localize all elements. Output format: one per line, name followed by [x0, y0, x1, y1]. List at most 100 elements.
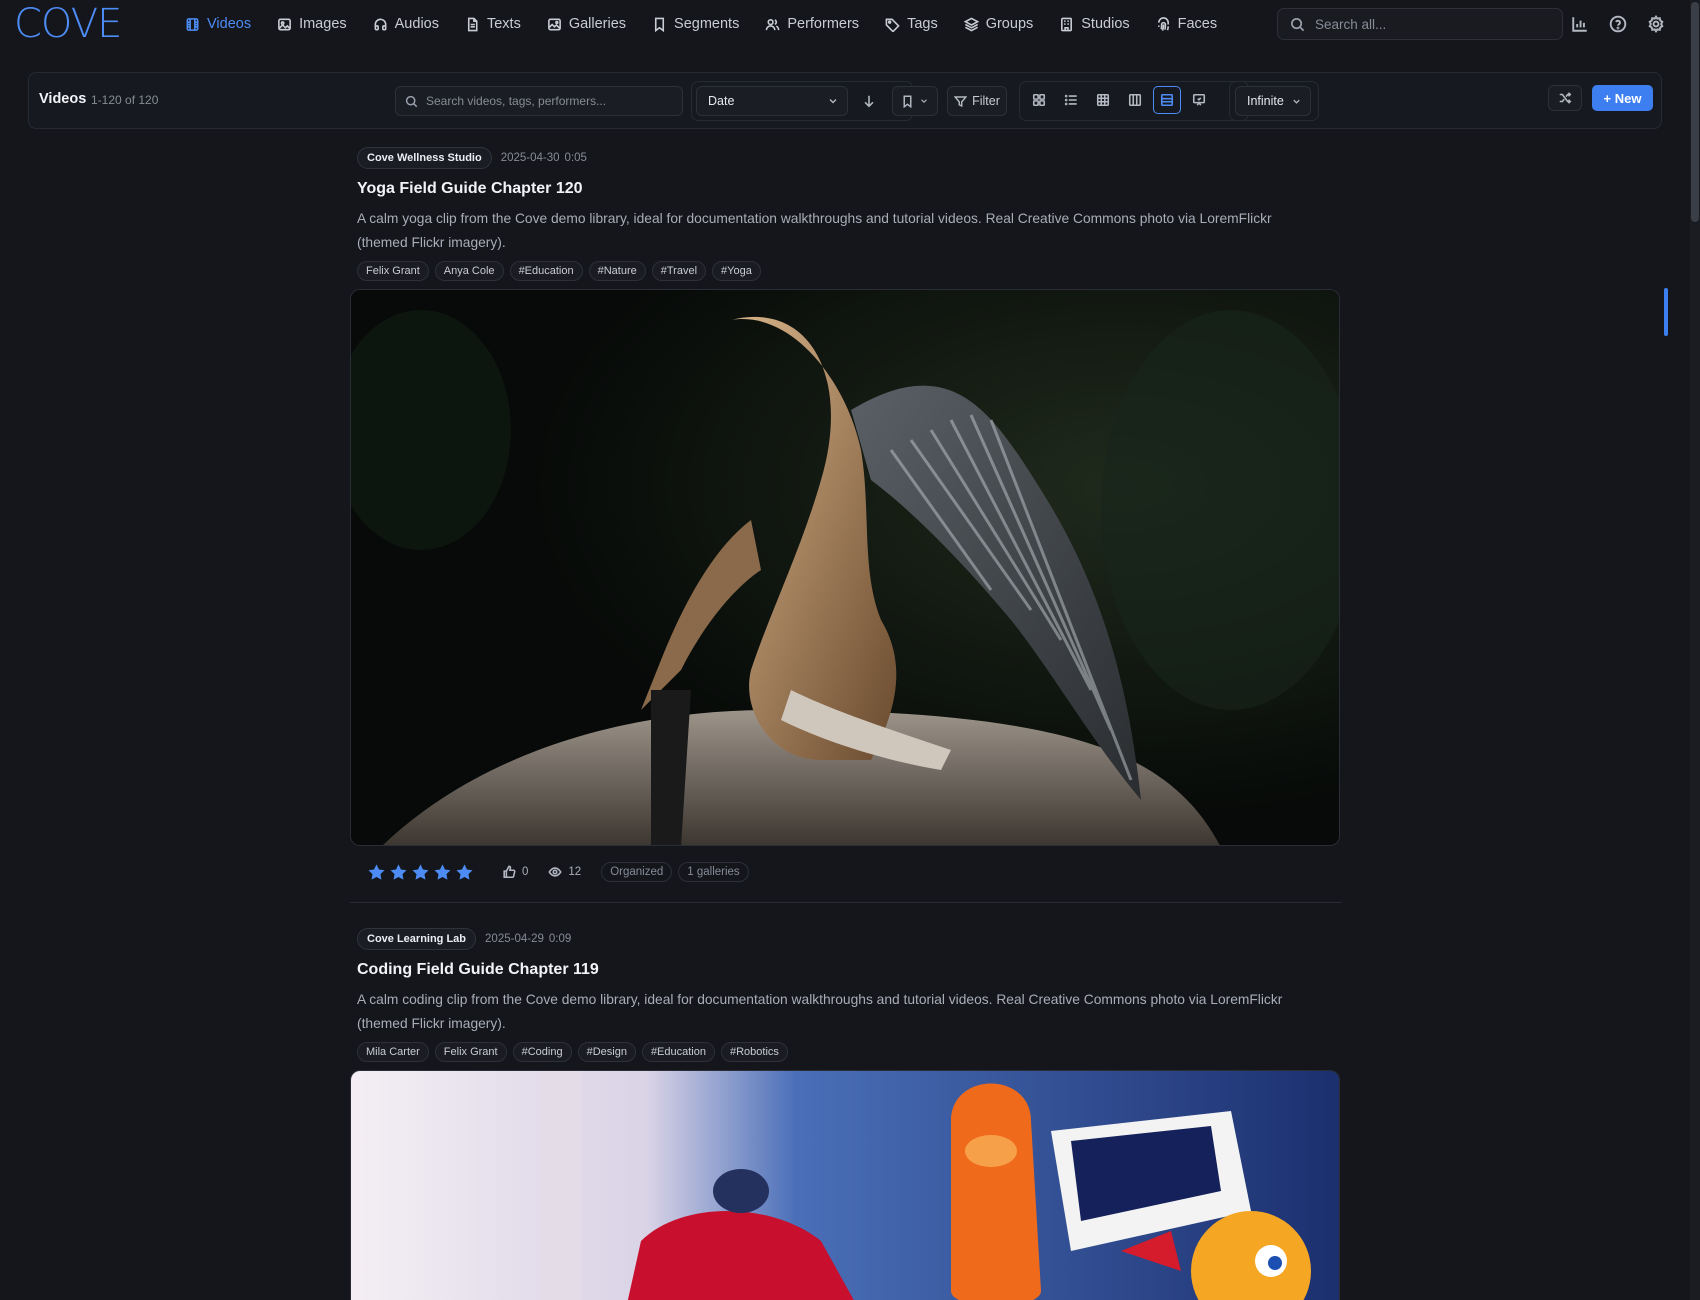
- saved-filters-button[interactable]: [892, 86, 938, 116]
- video-meta: Cove Wellness Studio 2025-04-30 0:05: [357, 146, 1342, 170]
- headphones-icon: [374, 18, 387, 30]
- rating-stars[interactable]: [367, 863, 474, 882]
- nav-label: Groups: [985, 16, 1034, 32]
- organized-badge[interactable]: Organized: [601, 862, 673, 882]
- scroll-position-indicator: [1664, 288, 1668, 336]
- grid-icon: [1032, 93, 1046, 107]
- studio-link[interactable]: Cove Learning Lab: [357, 928, 477, 950]
- like-button[interactable]: 0: [502, 865, 528, 879]
- list-icon: [1064, 94, 1077, 106]
- gallery-icon: [547, 18, 561, 30]
- bar-chart-icon: [1572, 17, 1587, 32]
- star-icon[interactable]: [389, 863, 408, 882]
- star-icon[interactable]: [433, 863, 452, 882]
- performer-tag[interactable]: Anya Cole: [434, 261, 504, 281]
- nav-item-videos[interactable]: Videos: [172, 0, 264, 48]
- tag-icon: [885, 18, 900, 32]
- list-search-input[interactable]: [426, 94, 676, 108]
- nav-item-groups[interactable]: Groups: [951, 0, 1047, 48]
- scrollbar-thumb[interactable]: [1691, 2, 1699, 222]
- nav-item-audios[interactable]: Audios: [360, 0, 452, 48]
- nav-label: Studios: [1081, 16, 1130, 32]
- global-search-box: [1277, 8, 1563, 40]
- video-title[interactable]: Yoga Field Guide Chapter 120: [357, 180, 1342, 198]
- view-grid-button[interactable]: [1025, 86, 1053, 114]
- video-description: A calm coding clip from the Cove demo li…: [357, 992, 1283, 1031]
- nav-label: Tags: [907, 16, 938, 32]
- bird-photo: [351, 290, 1339, 845]
- video-duration: 0:05: [564, 152, 587, 164]
- filter-button[interactable]: Filter: [947, 86, 1007, 116]
- thumbs-up-icon: [503, 865, 516, 879]
- snail-racer-photo: [351, 1071, 1339, 1300]
- nav-item-performers[interactable]: Performers: [752, 0, 872, 48]
- video-card: Cove Wellness Studio 2025-04-30 0:05 Yog…: [350, 146, 1342, 903]
- performer-tag[interactable]: Felix Grant: [434, 1042, 507, 1062]
- galleries-badge[interactable]: 1 galleries: [678, 862, 749, 882]
- nav-item-studios[interactable]: Studios: [1046, 0, 1142, 48]
- nav-label: Audios: [394, 16, 439, 32]
- chevron-down-icon: [829, 99, 837, 104]
- view-columns-button[interactable]: [1121, 86, 1149, 114]
- video-thumbnail[interactable]: [350, 289, 1340, 846]
- nav-label: Videos: [207, 16, 252, 32]
- users-icon: [765, 18, 780, 30]
- settings-button[interactable]: [1646, 14, 1666, 34]
- help-button[interactable]: [1608, 14, 1628, 34]
- main-nav: Videos Images Audios Texts Galleries Seg…: [172, 0, 1230, 48]
- card-divider: [350, 902, 1342, 903]
- chevron-down-icon: [1293, 99, 1300, 104]
- video-tags: Mila Carter Felix Grant #Coding #Design …: [357, 1042, 1342, 1062]
- nav-label: Segments: [674, 16, 740, 32]
- star-icon[interactable]: [455, 863, 474, 882]
- nav-item-images[interactable]: Images: [264, 0, 360, 48]
- performer-tag[interactable]: Mila Carter: [357, 1042, 429, 1062]
- search-icon: [405, 95, 418, 107]
- building-icon: [1061, 17, 1073, 31]
- tag-chip[interactable]: #Nature: [588, 261, 646, 281]
- sort-select[interactable]: Date: [696, 86, 848, 116]
- performer-tag[interactable]: Felix Grant: [357, 261, 429, 281]
- chevron-down-icon: [921, 99, 927, 104]
- global-search-input[interactable]: [1315, 16, 1545, 32]
- video-thumbnail[interactable]: [350, 1070, 1340, 1300]
- cove-logo[interactable]: COVE: [14, 4, 122, 44]
- tag-chip[interactable]: #Design: [577, 1042, 636, 1062]
- view-feed-button[interactable]: [1153, 86, 1181, 114]
- nav-item-tags[interactable]: Tags: [872, 0, 951, 48]
- nav-item-faces[interactable]: Faces: [1143, 0, 1231, 48]
- nav-item-segments[interactable]: Segments: [639, 0, 752, 48]
- nav-item-galleries[interactable]: Galleries: [534, 0, 639, 48]
- film-icon: [186, 17, 199, 31]
- sort-direction-button[interactable]: [855, 86, 883, 116]
- new-video-button[interactable]: + New: [1592, 85, 1653, 111]
- tag-chip[interactable]: #Travel: [651, 261, 707, 281]
- star-icon[interactable]: [367, 863, 386, 882]
- star-icon[interactable]: [411, 863, 430, 882]
- pagination-select[interactable]: Infinite: [1235, 86, 1311, 116]
- result-count: 1-120 of 120: [91, 93, 159, 107]
- tag-chip[interactable]: #Robotics: [720, 1042, 788, 1062]
- stats-button[interactable]: [1570, 14, 1590, 34]
- fingerprint-icon: [1157, 16, 1169, 31]
- layers-icon: [963, 17, 979, 31]
- tag-chip[interactable]: #Coding: [512, 1042, 572, 1062]
- search-icon: [1291, 17, 1305, 31]
- shuffle-button[interactable]: [1548, 85, 1582, 111]
- view-slideshow-button[interactable]: [1185, 86, 1213, 114]
- table-icon: [1096, 93, 1110, 107]
- page-scrollbar[interactable]: [1690, 0, 1700, 1300]
- video-title[interactable]: Coding Field Guide Chapter 119: [357, 961, 1342, 979]
- tag-chip[interactable]: #Education: [641, 1042, 715, 1062]
- bookmark-icon: [903, 94, 912, 108]
- tag-chip[interactable]: #Education: [509, 261, 583, 281]
- tag-chip[interactable]: #Yoga: [712, 261, 761, 281]
- video-description: A calm yoga clip from the Cove demo libr…: [357, 211, 1272, 250]
- columns-icon: [1128, 93, 1142, 107]
- view-table-button[interactable]: [1089, 86, 1117, 114]
- nav-item-texts[interactable]: Texts: [452, 0, 534, 48]
- video-feed: Cove Wellness Studio 2025-04-30 0:05 Yog…: [350, 146, 1342, 1300]
- studio-link[interactable]: Cove Wellness Studio: [357, 147, 492, 169]
- view-list-button[interactable]: [1057, 86, 1085, 114]
- like-count: 0: [522, 866, 529, 878]
